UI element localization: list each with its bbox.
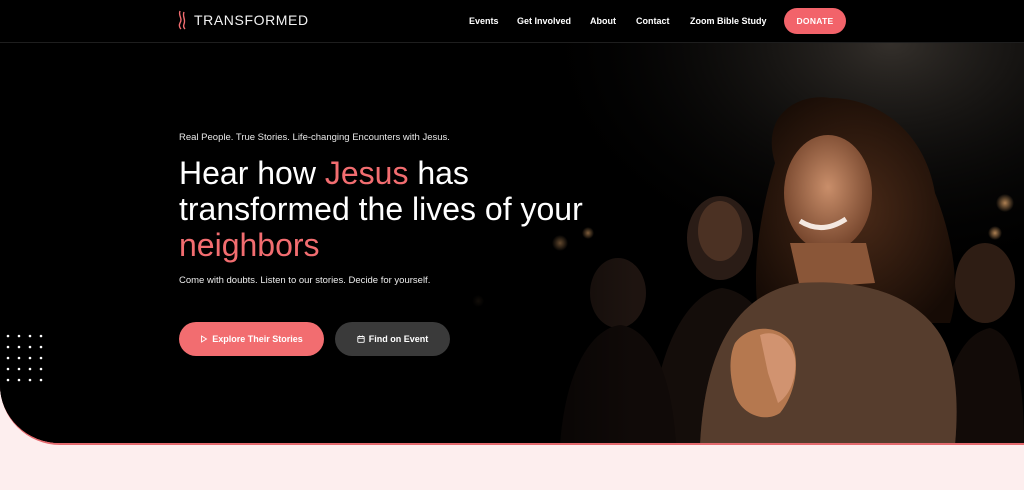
nav-link-contact[interactable]: Contact [636,0,670,43]
explore-stories-button[interactable]: Explore Their Stories [179,322,324,356]
hero-subline: Come with doubts. Listen to our stories.… [179,275,431,286]
brand-logo[interactable]: TRANSFORMED [177,10,309,30]
nav-link-get-involved[interactable]: Get Involved [517,0,571,43]
calendar-icon [357,335,365,343]
headline-accent-neighbors: neighbors [179,227,320,263]
donate-button[interactable]: DONATE [784,8,846,34]
headline-accent-jesus: Jesus [324,155,409,191]
nav-link-zoom-bible-study[interactable]: Zoom Bible Study [690,0,767,43]
play-icon [201,335,208,343]
hero-headline: Hear how Jesus has transformed the lives… [179,155,599,263]
decorative-dot-grid [6,334,43,382]
flame-logo-icon [178,10,186,30]
brand-name: TRANSFORMED [194,12,309,28]
hero-section: Real People. True Stories. Life-changing… [0,43,1024,445]
site-header: TRANSFORMED Events Get Involved About Co… [0,0,1024,43]
nav-link-events[interactable]: Events [469,0,499,43]
nav-link-about[interactable]: About [590,0,616,43]
hero-tagline: Real People. True Stories. Life-changing… [179,132,450,143]
find-event-button[interactable]: Find on Event [335,322,450,356]
headline-text: Hear how [179,155,325,191]
find-event-label: Find on Event [368,334,429,344]
explore-stories-label: Explore Their Stories [212,334,303,344]
